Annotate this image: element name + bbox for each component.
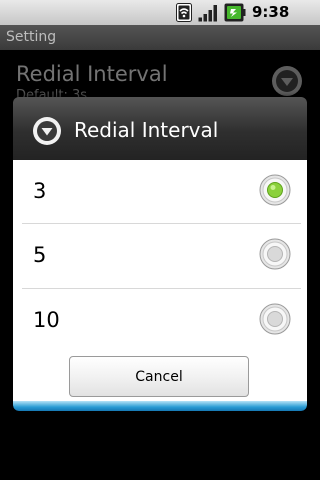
radio-unselected-icon[interactable]	[259, 238, 291, 270]
wifi-icon	[176, 3, 192, 22]
option-5[interactable]: 5	[22, 224, 301, 288]
dialog-bottom-accent	[13, 401, 307, 411]
cancel-button[interactable]: Cancel	[69, 356, 249, 397]
title-bar: Setting	[0, 25, 320, 50]
option-label: 5	[33, 243, 47, 267]
app-title: Setting	[6, 29, 57, 45]
dropdown-circle-icon	[272, 66, 302, 96]
option-label: 3	[33, 179, 47, 203]
preference-title: Redial Interval	[16, 62, 168, 86]
dialog-title: Redial Interval	[74, 118, 219, 142]
option-label: 10	[33, 308, 60, 332]
dropdown-circle-icon	[33, 117, 61, 145]
screen: 9:38 AM Setting Redial Interval Default:…	[0, 0, 320, 480]
radio-selected-icon[interactable]	[259, 174, 291, 206]
option-10[interactable]: 10	[22, 289, 301, 353]
dialog-header: Redial Interval	[13, 97, 307, 161]
dialog-body: 3 5 10 Cancel	[13, 160, 307, 405]
redial-interval-dialog: Redial Interval 3 5 10 Cancel	[13, 97, 307, 411]
option-3[interactable]: 3	[22, 160, 301, 224]
status-bar: 9:38 AM	[0, 0, 320, 40]
signal-icon	[198, 5, 217, 22]
battery-icon	[224, 3, 246, 22]
radio-unselected-icon[interactable]	[259, 303, 291, 335]
